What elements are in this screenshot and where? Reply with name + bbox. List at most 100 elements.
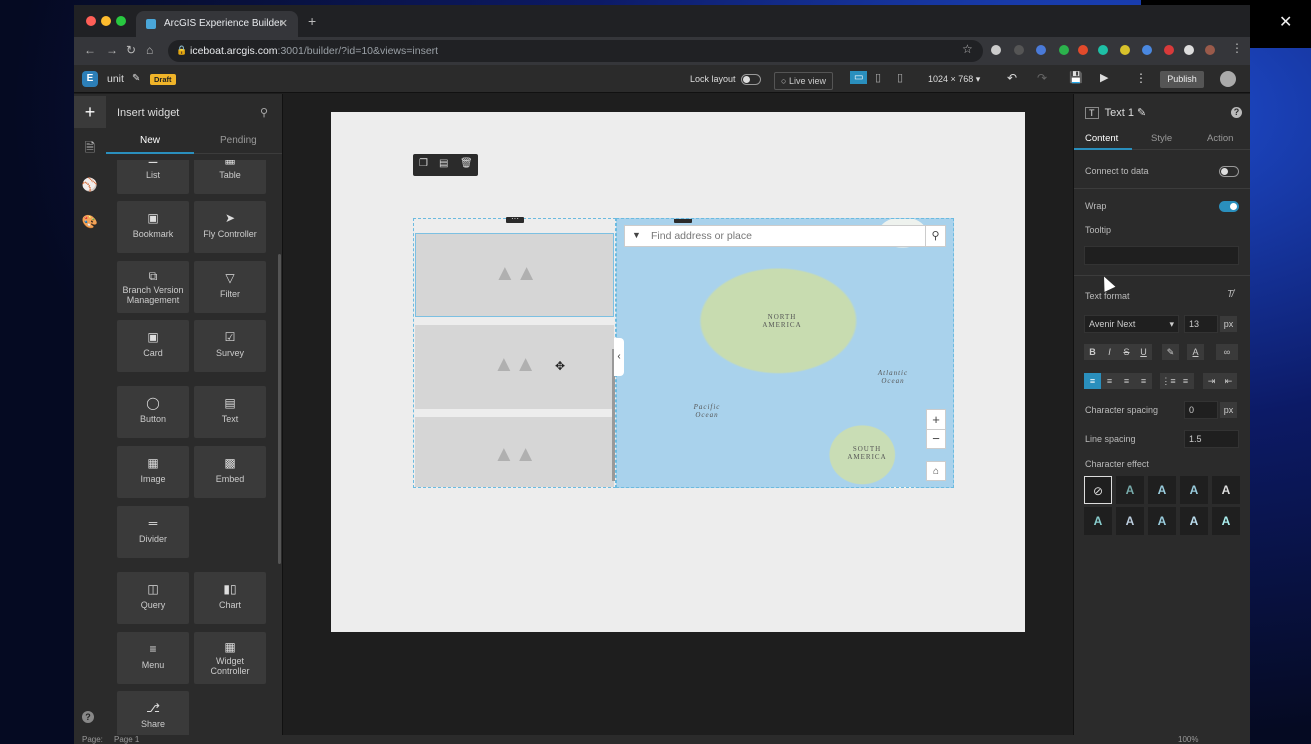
list-item[interactable]: ▲▲ ✥ <box>415 325 614 409</box>
desktop-view-icon[interactable]: ▭ <box>850 71 868 84</box>
home-icon[interactable]: ⌂ <box>926 461 946 481</box>
help-icon[interactable]: ? <box>1231 107 1242 118</box>
reload-icon[interactable]: ↻ <box>126 43 136 57</box>
preview-icon[interactable]: ▶ <box>1100 71 1108 84</box>
delete-icon[interactable]: 🗑 <box>460 158 473 169</box>
back-icon[interactable]: ← <box>84 43 96 57</box>
indent-icon[interactable]: ⇥ <box>1203 373 1220 389</box>
settings-icon[interactable]: ▤ <box>439 158 448 169</box>
experience-builder-logo-icon[interactable]: E <box>82 71 98 87</box>
underline-icon[interactable]: U <box>1135 344 1152 360</box>
help-icon[interactable]: ? <box>82 711 94 723</box>
phone-view-icon[interactable]: ▯ <box>897 71 903 84</box>
map-widget[interactable]: ··· ▼ Find address or place ⚲ NORTH AMER… <box>616 218 954 488</box>
close-tab-icon[interactable]: ✕ <box>279 17 288 30</box>
extension-icon[interactable] <box>1036 45 1046 55</box>
avatar[interactable] <box>1220 71 1236 87</box>
align-center-icon[interactable]: ≡ <box>1101 373 1118 389</box>
collapse-panel-icon[interactable]: ‹ <box>614 338 624 376</box>
text-effect-emboss-icon[interactable]: A <box>1148 507 1176 535</box>
extension-icon[interactable] <box>1120 45 1130 55</box>
more-options-icon[interactable]: ⋮ <box>1135 71 1147 85</box>
tab-new[interactable]: New <box>140 135 160 146</box>
more-menu-icon[interactable]: ⋮ <box>1231 41 1243 55</box>
tooltip-input[interactable] <box>1084 246 1239 265</box>
widget-card-divider[interactable]: ═ Divider <box>117 506 189 558</box>
drag-handle-icon[interactable]: ··· <box>674 219 692 223</box>
widget-card-menu[interactable]: ≡ Menu <box>117 632 189 684</box>
line-spacing-input[interactable]: 1.5 <box>1184 430 1239 448</box>
wrap-toggle[interactable] <box>1219 201 1239 212</box>
widget-card-branch-version[interactable]: ⧉ Branch Version Management <box>117 261 189 313</box>
text-effect-glow-icon[interactable]: A <box>1180 476 1208 504</box>
tab-action[interactable]: Action <box>1207 133 1233 144</box>
bullet-list-icon[interactable]: ⋮≡ <box>1160 373 1177 389</box>
widget-card-bookmark[interactable]: ▣ Bookmark <box>117 201 189 253</box>
search-source-dropdown-icon[interactable]: ▼ <box>632 230 641 240</box>
new-tab-icon[interactable]: + <box>308 13 316 29</box>
browser-tab[interactable]: ArcGIS Experience Builder ✕ <box>136 11 298 37</box>
theme-palette-icon[interactable]: 🎨 <box>74 206 106 238</box>
text-effect-light-icon[interactable]: A <box>1180 507 1208 535</box>
zoom-dot-icon[interactable] <box>116 16 126 26</box>
extension-icon[interactable] <box>1078 45 1088 55</box>
resolution-dropdown[interactable]: 1024 × 768 ▾ <box>928 74 980 85</box>
widget-card-chart[interactable]: ▮▯ Chart <box>194 572 266 624</box>
text-effect-3d-icon[interactable]: A <box>1084 507 1112 535</box>
minimize-dot-icon[interactable] <box>101 16 111 26</box>
extension-icon[interactable] <box>1014 45 1024 55</box>
list-widget[interactable]: ··· ▲▲ ▲▲ ✥ ▲▲ <box>413 215 616 488</box>
extension-icon[interactable] <box>1098 45 1108 55</box>
extension-icon[interactable] <box>991 45 1001 55</box>
widget-card-embed[interactable]: ▩ Embed <box>194 446 266 498</box>
page-icon[interactable]: 🗎 <box>74 132 106 164</box>
tab-pending[interactable]: Pending <box>220 135 257 146</box>
zoom-in-icon[interactable]: + <box>927 410 945 430</box>
extension-icon[interactable] <box>1164 45 1174 55</box>
widget-card-query[interactable]: ◫ Query <box>117 572 189 624</box>
extension-icon[interactable] <box>1142 45 1152 55</box>
text-effect-sparkle-icon[interactable]: A <box>1212 507 1240 535</box>
list-item[interactable]: ▲▲ <box>415 417 614 487</box>
align-right-icon[interactable]: ≡ <box>1118 373 1135 389</box>
home-icon[interactable]: ⌂ <box>146 43 153 57</box>
font-color-icon[interactable]: A <box>1187 344 1204 360</box>
forward-icon[interactable]: → <box>106 43 118 57</box>
align-justify-icon[interactable]: ≡ <box>1135 373 1152 389</box>
highlight-icon[interactable]: ✎ <box>1162 344 1179 360</box>
widget-card-widget-controller[interactable]: ▦ Widget Controller <box>194 632 266 684</box>
widget-card-image[interactable]: ▦ Image <box>117 446 189 498</box>
font-size-input[interactable]: 13 <box>1184 315 1218 333</box>
bold-icon[interactable]: B <box>1084 344 1101 360</box>
text-effect-shadow-icon[interactable]: A <box>1148 476 1176 504</box>
widget-card-fly-controller[interactable]: ➤ Fly Controller <box>194 201 266 253</box>
close-window-icon[interactable]: ✕ <box>1279 12 1292 32</box>
numbered-list-icon[interactable]: ≡ <box>1177 373 1194 389</box>
widget-card-button[interactable]: ◯ Button <box>117 386 189 438</box>
bookmark-star-icon[interactable]: ☆ <box>962 42 973 56</box>
no-effect-icon[interactable]: ⊘ <box>1084 476 1112 504</box>
project-name[interactable]: unit <box>107 73 124 85</box>
duplicate-icon[interactable]: ❐ <box>419 158 428 169</box>
tab-content[interactable]: Content <box>1085 133 1118 144</box>
profile-icon[interactable] <box>1205 45 1215 55</box>
drag-handle-icon[interactable]: ··· <box>506 215 524 223</box>
tablet-view-icon[interactable]: ▯ <box>875 71 881 84</box>
live-view-button[interactable]: ○ Live view <box>774 72 833 90</box>
link-icon[interactable]: ∞ <box>1216 344 1238 360</box>
widget-card-filter[interactable]: ▽ Filter <box>194 261 266 313</box>
italic-icon[interactable]: I <box>1101 344 1118 360</box>
clear-format-icon[interactable]: T̸ <box>1227 289 1233 300</box>
save-icon[interactable]: 💾 <box>1069 71 1083 84</box>
url-field[interactable]: 🔒 iceboat.arcgis.com:3001/builder/?id=10… <box>168 40 983 62</box>
edit-pencil-icon[interactable]: ✎ <box>132 73 140 84</box>
character-spacing-input[interactable]: 0 <box>1184 401 1218 419</box>
widget-card-text[interactable]: ▤ Text <box>194 386 266 438</box>
outdent-icon[interactable]: ⇤ <box>1220 373 1237 389</box>
font-family-select[interactable]: Avenir Next ▾ <box>1084 315 1179 333</box>
extension-icon[interactable] <box>1184 45 1194 55</box>
list-item[interactable]: ▲▲ <box>415 233 614 317</box>
text-effect-plain-icon[interactable]: A <box>1212 476 1240 504</box>
lock-layout-toggle[interactable] <box>741 74 761 85</box>
zoom-out-icon[interactable]: − <box>927 430 945 448</box>
